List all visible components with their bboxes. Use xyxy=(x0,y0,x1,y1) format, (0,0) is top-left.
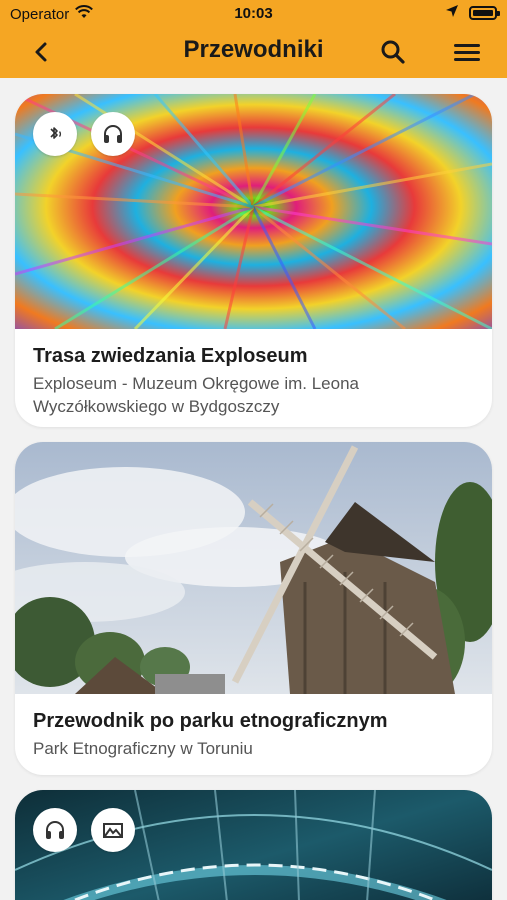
location-arrow-icon xyxy=(445,4,459,22)
app-header: Operator 10:03 Przewodniki xyxy=(0,0,507,78)
card-image xyxy=(15,94,492,329)
bluetooth-badge xyxy=(33,112,77,156)
status-bar: Operator 10:03 xyxy=(0,0,507,28)
page-title: Przewodniki xyxy=(183,36,324,63)
card-subtitle: Park Etnograficzny w Toruniu xyxy=(33,739,253,758)
headphones-icon xyxy=(104,125,122,143)
card-subtitle: Exploseum - Muzeum Okręgowe im. Leona Wy… xyxy=(33,374,359,416)
menu-button[interactable] xyxy=(451,38,483,66)
search-button[interactable] xyxy=(379,38,407,66)
guide-card[interactable]: Przewodnik po parku etnograficznym Park … xyxy=(15,442,492,775)
nav-bar: Przewodniki xyxy=(0,28,507,78)
search-icon xyxy=(381,40,405,64)
card-title: Przewodnik po parku etnograficznym xyxy=(33,710,388,732)
status-time: 10:03 xyxy=(234,5,273,22)
card-badges xyxy=(33,808,135,852)
audio-badge xyxy=(91,112,135,156)
gallery-badge xyxy=(91,808,135,852)
audio-badge xyxy=(33,808,77,852)
card-badges xyxy=(33,112,135,156)
headphones-icon xyxy=(46,821,64,839)
status-right xyxy=(445,4,500,22)
card-title: Trasa zwiedzania Exploseum xyxy=(33,345,308,367)
card-body: Przewodnik po parku etnograficznym Park … xyxy=(15,694,492,760)
hamburger-menu-icon xyxy=(454,44,480,61)
card-image xyxy=(15,442,492,694)
battery-icon xyxy=(469,6,500,20)
guide-card[interactable] xyxy=(15,790,492,900)
image-gallery-icon xyxy=(103,823,123,838)
guide-card[interactable]: Trasa zwiedzania Exploseum Exploseum - M… xyxy=(15,94,492,427)
bluetooth-beacon-icon xyxy=(50,127,62,139)
card-image xyxy=(15,790,492,900)
card-body: Trasa zwiedzania Exploseum Exploseum - M… xyxy=(15,329,492,418)
